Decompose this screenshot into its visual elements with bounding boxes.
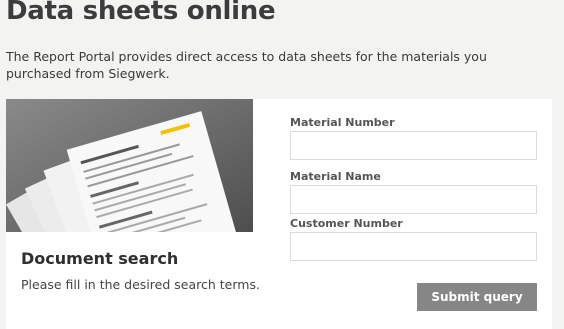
document-search-heading: Document search <box>21 249 179 268</box>
submit-query-button[interactable]: Submit query <box>417 283 537 311</box>
material-name-label: Material Name <box>290 170 381 183</box>
document-search-subtitle: Please fill in the desired search terms. <box>21 277 260 292</box>
intro-text: The Report Portal provides direct access… <box>6 49 487 81</box>
customer-number-input[interactable] <box>290 232 537 261</box>
data-sheets-image <box>6 99 253 232</box>
material-number-label: Material Number <box>290 116 395 129</box>
customer-number-label: Customer Number <box>290 217 403 230</box>
search-card: Document search Please fill in the desir… <box>6 99 552 329</box>
material-number-input[interactable] <box>290 131 537 160</box>
material-name-input[interactable] <box>290 185 537 214</box>
page-title: Data sheets online <box>6 0 276 26</box>
